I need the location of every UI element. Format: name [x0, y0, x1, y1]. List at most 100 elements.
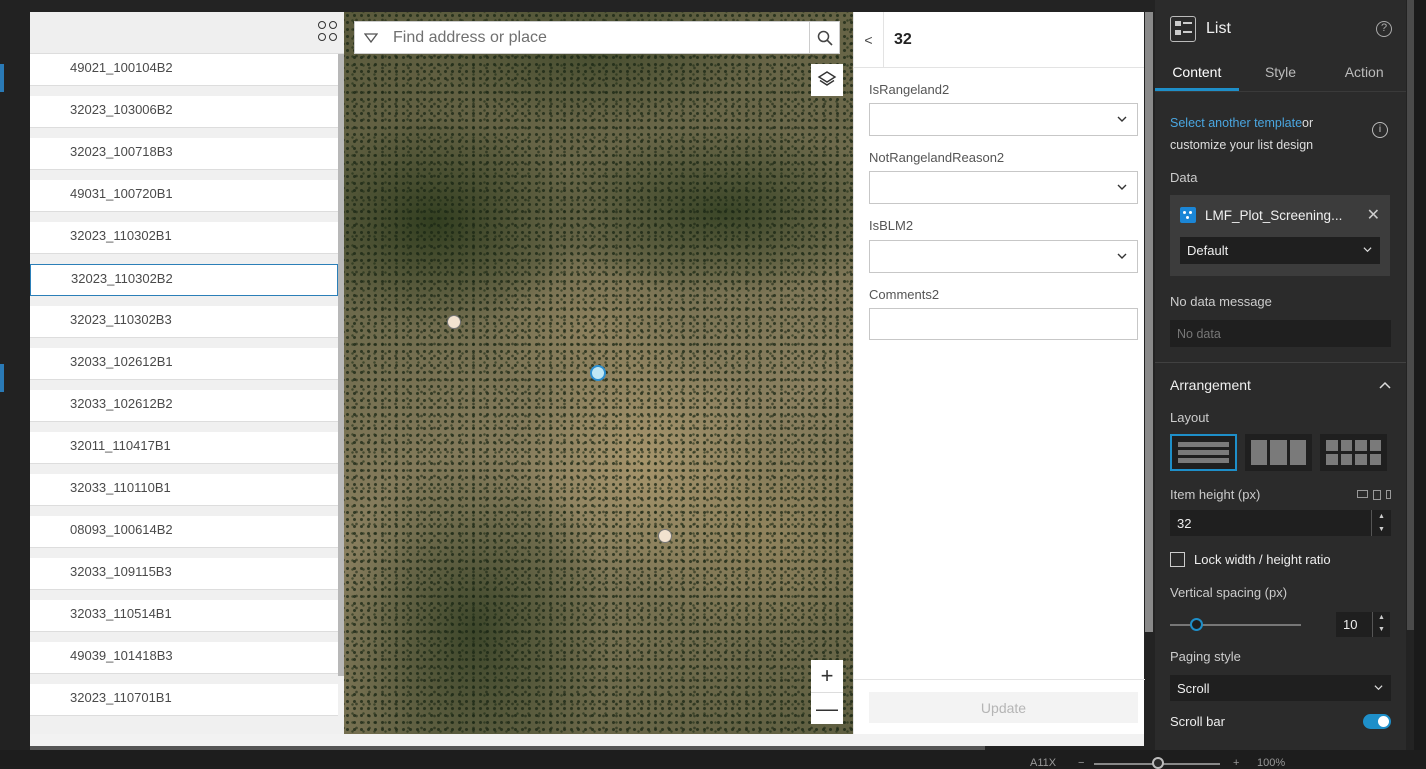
list-widget-icon: [1170, 16, 1196, 42]
slider-thumb[interactable]: [1190, 617, 1204, 631]
list-item[interactable]: 32023_103006B2: [30, 96, 338, 128]
scrollbar-toggle[interactable]: [1363, 714, 1391, 729]
back-button[interactable]: <: [854, 11, 884, 68]
canvas-vertical-scrollbar[interactable]: [1145, 12, 1153, 632]
search-button[interactable]: [809, 22, 839, 53]
list-item[interactable]: 32023_110302B3: [30, 306, 338, 338]
list-widget: 49021_100104B2 32023_103006B2 32023_100718…: [30, 12, 344, 734]
list-header: [30, 12, 344, 54]
section-divider: [1155, 362, 1406, 363]
field-label: IsRangeland2: [869, 82, 950, 97]
zoom-out-icon[interactable]: −: [1078, 757, 1084, 769]
list-item[interactable]: 32033_102612B1: [30, 348, 338, 380]
item-height-stepper[interactable]: ▲ ▼: [1371, 510, 1391, 536]
item-height-row: Item height (px): [1170, 487, 1391, 502]
list-item[interactable]: 32023_110701B1: [30, 684, 338, 716]
notrangeland-reason-select[interactable]: [869, 171, 1138, 204]
israngeland-select[interactable]: [869, 103, 1138, 136]
field-label: Comments2: [869, 287, 940, 302]
update-button[interactable]: Update: [869, 692, 1138, 723]
scrollbar-row: Scroll bar: [1170, 714, 1391, 729]
no-data-input[interactable]: No data: [1170, 320, 1391, 347]
data-label: Data: [1170, 170, 1198, 185]
lock-ratio-checkbox[interactable]: [1170, 552, 1185, 567]
tab-action[interactable]: Action: [1322, 58, 1406, 91]
left-edge-indicator: [0, 364, 4, 392]
list-item[interactable]: 32033_109115B3: [30, 558, 338, 590]
vertical-spacing-input[interactable]: 10 ▲ ▼: [1336, 612, 1390, 637]
close-icon[interactable]: ✕: [1367, 205, 1380, 225]
tablet-icon[interactable]: [1373, 489, 1381, 500]
tab-content[interactable]: Content: [1155, 58, 1239, 91]
list-item[interactable]: 32033_110514B1: [30, 600, 338, 632]
paging-style-value: Scroll: [1177, 680, 1210, 696]
info-icon[interactable]: i: [1372, 122, 1388, 138]
select-template-link[interactable]: Select another template: [1170, 116, 1302, 130]
panel-title: List: [1206, 20, 1231, 37]
list-item[interactable]: 49021_100104B2: [30, 54, 338, 86]
help-icon[interactable]: ?: [1376, 21, 1392, 37]
list-item[interactable]: 49031_100720B1: [30, 180, 338, 212]
list-item[interactable]: 32023_100718B3: [30, 138, 338, 170]
phone-icon[interactable]: [1386, 489, 1391, 499]
zoom-in-icon[interactable]: +: [1233, 757, 1239, 769]
search-source-dropdown[interactable]: [355, 22, 387, 53]
left-edge-indicator: [0, 64, 4, 92]
list-item[interactable]: 32023_110302B1: [30, 222, 338, 254]
zoom-slider-thumb[interactable]: [1152, 757, 1164, 769]
map-point[interactable]: [447, 315, 461, 329]
stepper-up-icon[interactable]: ▲: [1373, 612, 1390, 624]
list-item[interactable]: 08093_100614B2: [30, 516, 338, 548]
map-search: [354, 21, 840, 54]
canvas-horizontal-scrollbar[interactable]: [30, 734, 1144, 746]
paging-style-select[interactable]: Scroll: [1170, 675, 1391, 701]
layout-options: [1170, 434, 1391, 471]
data-view-value: Default: [1187, 243, 1229, 258]
search-input[interactable]: [387, 22, 809, 53]
vertical-spacing-stepper[interactable]: ▲ ▼: [1372, 612, 1390, 637]
no-data-label: No data message: [1170, 294, 1272, 309]
stepper-down-icon[interactable]: ▼: [1372, 523, 1391, 536]
chevron-up-icon[interactable]: [1379, 381, 1391, 389]
vertical-spacing-slider[interactable]: [1170, 617, 1301, 631]
stepper-down-icon[interactable]: ▼: [1373, 624, 1390, 636]
layout-label: Layout: [1170, 410, 1210, 425]
data-source-name: LMF_Plot_Screening...: [1205, 207, 1343, 223]
lock-ratio-row[interactable]: Lock width / height ratio: [1170, 552, 1391, 567]
tab-style[interactable]: Style: [1239, 58, 1323, 91]
data-view-select[interactable]: Default: [1180, 237, 1380, 264]
app-canvas: 49021_100104B2 32023_103006B2 32023_100718…: [30, 11, 1145, 746]
desktop-icon[interactable]: [1357, 489, 1368, 498]
zoom-in-button[interactable]: +: [811, 660, 843, 692]
chevron-down-icon: [1117, 184, 1127, 190]
hint-or: or: [1302, 116, 1314, 130]
apps-grid-icon[interactable]: [318, 21, 338, 41]
list-item[interactable]: 32011_110417B1: [30, 432, 338, 464]
layers-button[interactable]: [811, 64, 843, 96]
chevron-down-icon: [1363, 247, 1372, 253]
list-item[interactable]: 32033_102612B2: [30, 390, 338, 422]
list-item[interactable]: 32033_110110B1: [30, 474, 338, 506]
item-height-input[interactable]: 32 ▲ ▼: [1170, 510, 1391, 536]
chevron-down-icon: [1117, 116, 1127, 122]
list-item[interactable]: 49039_101418B3: [30, 642, 338, 674]
zoom-out-button[interactable]: —: [811, 692, 843, 724]
content-section: Select another templateor customize your…: [1155, 112, 1406, 347]
caret-down-icon: [364, 32, 378, 43]
stepper-up-icon[interactable]: ▲: [1372, 510, 1391, 523]
app-frame: 49021_100104B2 32023_103006B2 32023_100718…: [0, 0, 1426, 769]
layout-horizontal-option[interactable]: [1245, 434, 1312, 471]
panel-scrollbar[interactable]: [1407, 0, 1414, 630]
list-item[interactable]: 32023_110302B2: [30, 264, 338, 296]
map-point-selected[interactable]: [590, 365, 606, 381]
map-view[interactable]: + —: [344, 12, 853, 734]
edit-form: < 32 IsRangeland2 NotRangelandReason2 Is…: [853, 11, 1145, 734]
scrollbar-label: Scroll bar: [1170, 714, 1225, 729]
map-point[interactable]: [658, 529, 672, 543]
layout-grid-option[interactable]: [1320, 434, 1387, 471]
device-icons: [1357, 489, 1391, 500]
arrangement-header[interactable]: Arrangement: [1170, 377, 1391, 393]
isblm-select[interactable]: [869, 240, 1138, 273]
layout-vertical-option[interactable]: [1170, 434, 1237, 471]
comments-input[interactable]: [869, 308, 1138, 340]
